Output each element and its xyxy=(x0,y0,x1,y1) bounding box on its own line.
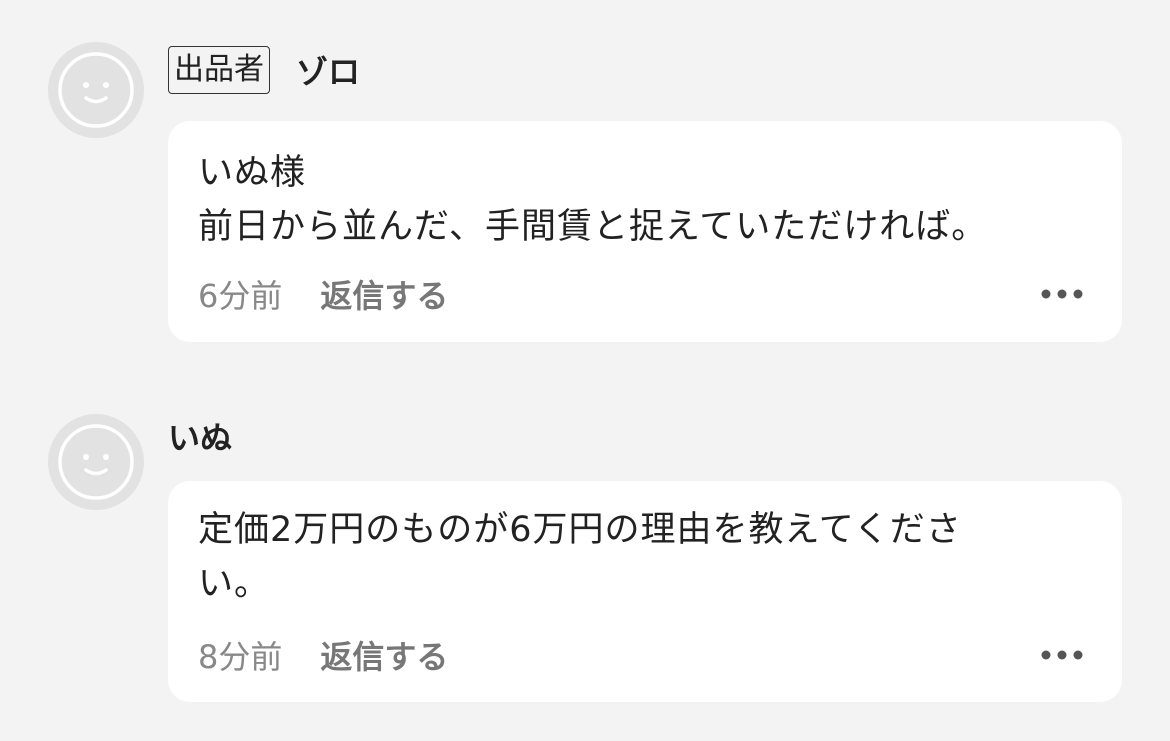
more-options-button[interactable] xyxy=(1038,272,1086,316)
comment-body-line: いぬ様 xyxy=(198,153,307,193)
avatar[interactable] xyxy=(48,42,144,138)
smiley-face-icon xyxy=(58,52,134,128)
comment-timestamp: 6分前 xyxy=(198,277,283,315)
comment-bubble: いぬ様 前日から並んだ、手間賃と捉えていただければ。 6分前 返信する xyxy=(168,121,1122,342)
more-horizontal-icon xyxy=(1041,650,1083,660)
author-name[interactable]: ゾロ xyxy=(296,47,360,93)
comment-body: 定価2万円のものが6万円の理由を教えてくださ い。 xyxy=(198,503,1072,611)
more-horizontal-icon xyxy=(1041,289,1083,299)
more-options-button[interactable] xyxy=(1038,633,1086,677)
comment-meta: 8分前 返信する xyxy=(198,633,448,677)
comment-meta: 6分前 返信する xyxy=(198,272,448,316)
comment-timestamp: 8分前 xyxy=(198,638,283,676)
comment-body-line: 前日から並んだ、手間賃と捉えていただければ。 xyxy=(198,207,988,247)
comment-author-row: 出品者 ゾロ xyxy=(168,42,360,98)
comment-body-line: い。 xyxy=(198,564,271,604)
comment-bubble: 定価2万円のものが6万円の理由を教えてくださ い。 8分前 返信する xyxy=(168,481,1122,702)
seller-badge: 出品者 xyxy=(168,46,270,94)
avatar[interactable] xyxy=(48,414,144,510)
comment-body-line: 定価2万円のものが6万円の理由を教えてくださ xyxy=(198,510,962,550)
smiley-face-icon xyxy=(58,424,134,500)
comment-body: いぬ様 前日から並んだ、手間賃と捉えていただければ。 xyxy=(198,146,1072,254)
reply-button[interactable]: 返信する xyxy=(320,271,448,317)
author-name[interactable]: いぬ xyxy=(168,413,232,459)
reply-button[interactable]: 返信する xyxy=(320,632,448,678)
comment-author-row: いぬ xyxy=(168,408,232,464)
